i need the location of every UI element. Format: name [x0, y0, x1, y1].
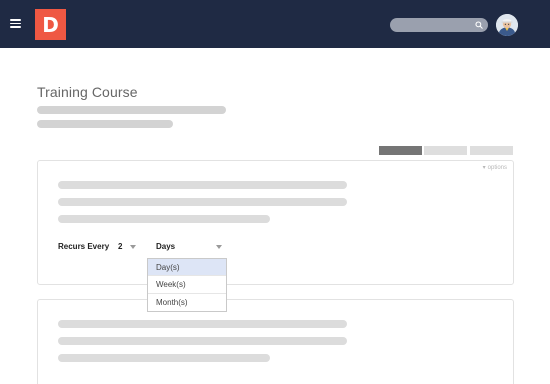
avatar-image: [496, 14, 518, 36]
app-logo[interactable]: D: [35, 9, 66, 40]
top-header: D: [0, 0, 550, 48]
user-avatar[interactable]: [496, 14, 518, 36]
options-label: options: [487, 164, 507, 171]
subtitle-placeholder: [37, 106, 226, 114]
interval-select[interactable]: 2: [118, 241, 140, 253]
dropdown-option-days[interactable]: Day(s): [148, 259, 226, 277]
hamburger-menu-icon[interactable]: [10, 19, 21, 28]
chevron-down-icon: ▾: [482, 165, 486, 171]
page-title: Training Course: [37, 84, 138, 100]
search-icon[interactable]: [475, 21, 483, 29]
content-card: [37, 299, 514, 384]
recurrence-card: ▾ options Recurs Every 2 Days: [37, 160, 514, 285]
search-input[interactable]: [390, 18, 488, 32]
dropdown-option-weeks[interactable]: Week(s): [148, 276, 226, 294]
chevron-down-icon: [130, 245, 136, 249]
unit-value: Days: [156, 242, 176, 251]
content-placeholder: [58, 198, 347, 206]
content-placeholder: [58, 215, 270, 223]
content-placeholder: [58, 354, 270, 362]
content-placeholder: [58, 181, 347, 189]
options-toggle[interactable]: ▾ options: [482, 164, 507, 172]
tab-3[interactable]: [470, 146, 513, 155]
recurs-every-label: Recurs Every: [58, 242, 110, 251]
chevron-down-icon: [216, 245, 222, 249]
unit-dropdown-menu: Day(s) Week(s) Month(s): [147, 258, 227, 312]
unit-select[interactable]: Days: [156, 241, 226, 253]
interval-value: 2: [118, 242, 123, 251]
tab-bar: [379, 146, 514, 155]
tab-2[interactable]: [424, 146, 467, 155]
dropdown-option-months[interactable]: Month(s): [148, 294, 226, 311]
content-placeholder: [58, 320, 347, 328]
content-placeholder: [58, 337, 347, 345]
tab-1[interactable]: [379, 146, 422, 155]
subtitle-placeholder: [37, 120, 173, 128]
